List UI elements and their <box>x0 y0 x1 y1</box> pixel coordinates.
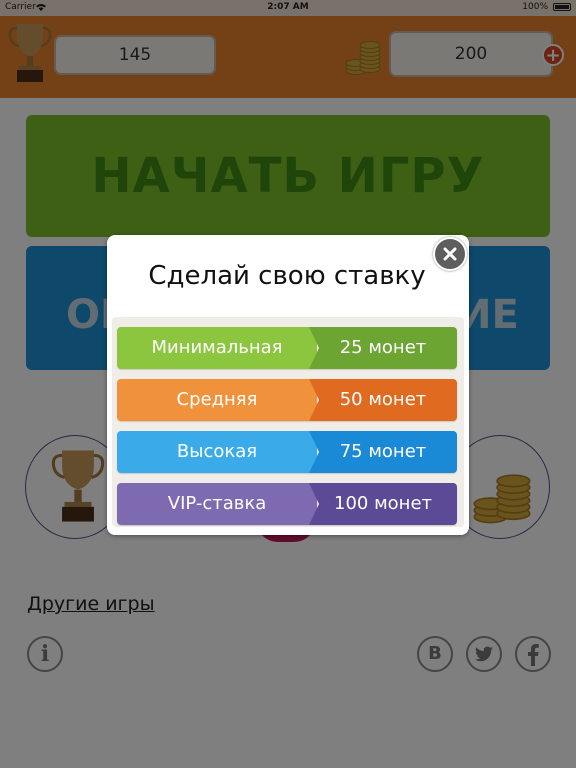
bet-option-vip[interactable]: VIP-ставка 100 монет <box>117 483 457 525</box>
close-dialog-button[interactable] <box>433 237 467 271</box>
bet-option-label: Высокая <box>117 431 317 473</box>
bet-option-amount: 100 монет <box>309 483 457 525</box>
bet-option-amount: 25 монет <box>309 327 457 369</box>
bet-option-medium[interactable]: Средняя 50 монет <box>117 379 457 421</box>
bet-option-min[interactable]: Минимальная 25 монет <box>117 327 457 369</box>
bet-option-amount: 75 монет <box>309 431 457 473</box>
bet-dialog-title: Сделай свою ставку <box>117 247 457 305</box>
bet-option-label: Средняя <box>117 379 317 421</box>
bet-option-amount: 50 монет <box>309 379 457 421</box>
bet-option-label: Минимальная <box>117 327 317 369</box>
close-icon <box>443 247 457 261</box>
bet-dialog: Сделай свою ставку Минимальная 25 монет … <box>107 235 469 535</box>
bet-option-high[interactable]: Высокая 75 монет <box>117 431 457 473</box>
bet-options: Минимальная 25 монет Средняя 50 монет Вы… <box>112 317 464 527</box>
bet-option-label: VIP-ставка <box>117 483 317 525</box>
